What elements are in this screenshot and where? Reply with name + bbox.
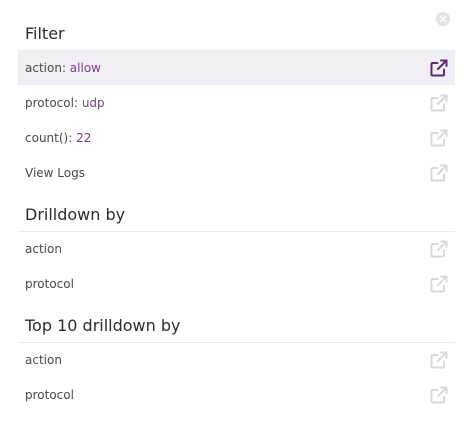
drilldown-section-title: Drilldown by: [25, 205, 126, 224]
drilldown-item-protocol[interactable]: protocol: [18, 266, 455, 301]
top10-item-protocol[interactable]: protocol: [18, 377, 455, 412]
external-link-icon[interactable]: [429, 385, 449, 405]
top10-section-title: Top 10 drilldown by: [25, 316, 181, 335]
drilldown-item-label: protocol: [25, 276, 74, 291]
drilldown-item-action[interactable]: action: [18, 231, 455, 266]
filter-section-title: Filter: [25, 24, 65, 43]
filter-item-label: protocol: udp: [25, 96, 105, 110]
external-link-icon[interactable]: [429, 350, 449, 370]
filter-key: protocol:: [25, 95, 82, 110]
filter-item-label: action: allow: [25, 61, 101, 75]
external-link-icon[interactable]: [429, 274, 449, 294]
drilldown-popover: Filter action: allow protocol: udp count…: [0, 0, 470, 433]
drilldown-item-label: action: [25, 241, 62, 256]
external-link-icon[interactable]: [429, 58, 449, 78]
view-logs-label: View Logs: [25, 165, 85, 180]
external-link-icon[interactable]: [429, 128, 449, 148]
filter-key: action:: [25, 60, 70, 75]
filter-item-action[interactable]: action: allow: [18, 50, 455, 85]
close-icon[interactable]: [436, 12, 450, 26]
filter-value: 22: [76, 130, 92, 145]
filter-item-label: count(): 22: [25, 131, 91, 145]
top10-item-label: action: [25, 352, 62, 367]
filter-value: udp: [81, 95, 105, 110]
filter-item-count[interactable]: count(): 22: [18, 120, 455, 155]
filter-key: count():: [25, 130, 77, 145]
top10-item-action[interactable]: action: [18, 342, 455, 377]
top10-item-label: protocol: [25, 387, 74, 402]
external-link-icon[interactable]: [429, 93, 449, 113]
filter-item-protocol[interactable]: protocol: udp: [18, 85, 455, 120]
view-logs-item[interactable]: View Logs: [18, 155, 455, 190]
external-link-icon[interactable]: [429, 163, 449, 183]
filter-value: allow: [69, 60, 101, 75]
external-link-icon[interactable]: [429, 239, 449, 259]
